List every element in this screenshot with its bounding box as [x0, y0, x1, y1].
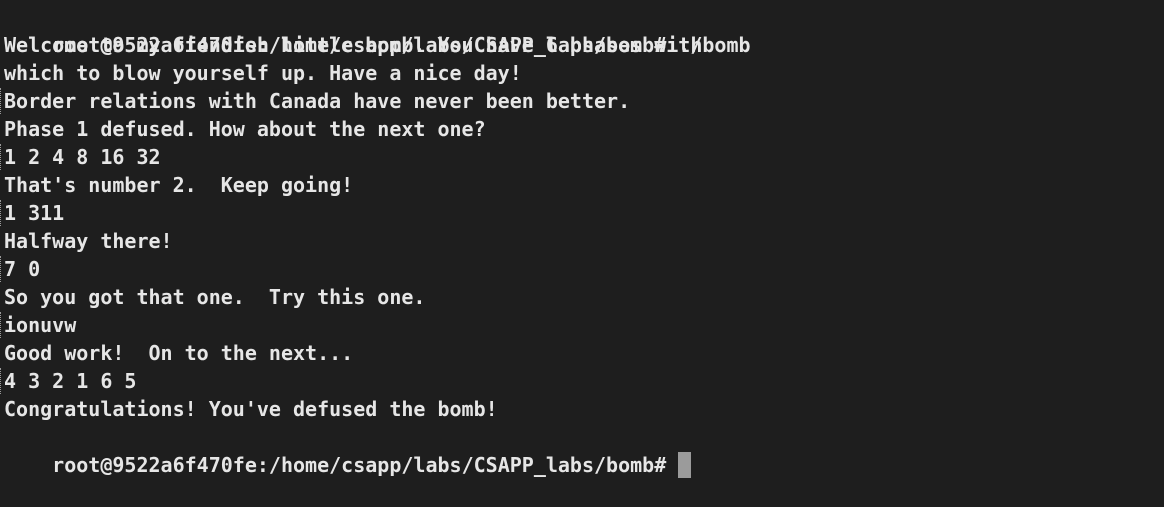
- output-text: which to blow yourself up. Have a nice d…: [4, 61, 522, 85]
- input-line: 1 2 4 8 16 32: [0, 143, 1164, 171]
- input-text: 7 0: [4, 257, 41, 281]
- input-text: 1 2 4 8 16 32: [4, 145, 161, 169]
- text-cursor: [678, 452, 692, 478]
- output-line: which to blow yourself up. Have a nice d…: [4, 59, 1164, 87]
- input-marker: [0, 88, 3, 114]
- output-text: So you got that one. Try this one.: [4, 285, 426, 309]
- input-line: 7 0: [0, 255, 1164, 283]
- output-text: Good work! On to the next...: [4, 341, 354, 365]
- input-marker: [0, 144, 3, 170]
- input-line: ionuvw: [0, 311, 1164, 339]
- output-text: Congratulations! You've defused the bomb…: [4, 397, 498, 421]
- output-line: That's number 2. Keep going!: [4, 171, 1164, 199]
- input-line: 4 3 2 1 6 5: [0, 367, 1164, 395]
- output-text: Welcome to my fiendish little bomb. You …: [4, 33, 703, 57]
- input-text: 1 311: [4, 201, 65, 225]
- final-prompt-line[interactable]: root@9522a6f470fe:/home/csapp/labs/CSAPP…: [4, 423, 1164, 478]
- input-marker: [0, 312, 3, 338]
- input-text: 4 3 2 1 6 5: [4, 369, 137, 393]
- input-marker: [0, 368, 3, 394]
- output-line: Phase 1 defused. How about the next one?: [4, 115, 1164, 143]
- input-text: Border relations with Canada have never …: [4, 89, 631, 113]
- output-line: Halfway there!: [4, 227, 1164, 255]
- input-text: ionuvw: [4, 313, 77, 337]
- output-line: Good work! On to the next...: [4, 339, 1164, 367]
- input-marker: [0, 200, 3, 226]
- output-line: Welcome to my fiendish little bomb. You …: [4, 31, 1164, 59]
- output-text: Phase 1 defused. How about the next one?: [4, 117, 486, 141]
- input-marker: [0, 256, 3, 282]
- output-line: So you got that one. Try this one.: [4, 283, 1164, 311]
- output-text: Halfway there!: [4, 229, 173, 253]
- command-line: root@9522a6f470fe:/home/csapp/labs/CSAPP…: [4, 3, 1164, 57]
- output-text: That's number 2. Keep going!: [4, 173, 354, 197]
- shell-prompt: root@9522a6f470fe:/home/csapp/labs/CSAPP…: [52, 453, 667, 477]
- input-line: Border relations with Canada have never …: [0, 87, 1164, 115]
- input-line: 1 311: [0, 199, 1164, 227]
- terminal-window[interactable]: root@9522a6f470fe:/home/csapp/labs/CSAPP…: [0, 0, 1164, 478]
- output-line: Congratulations! You've defused the bomb…: [4, 395, 1164, 423]
